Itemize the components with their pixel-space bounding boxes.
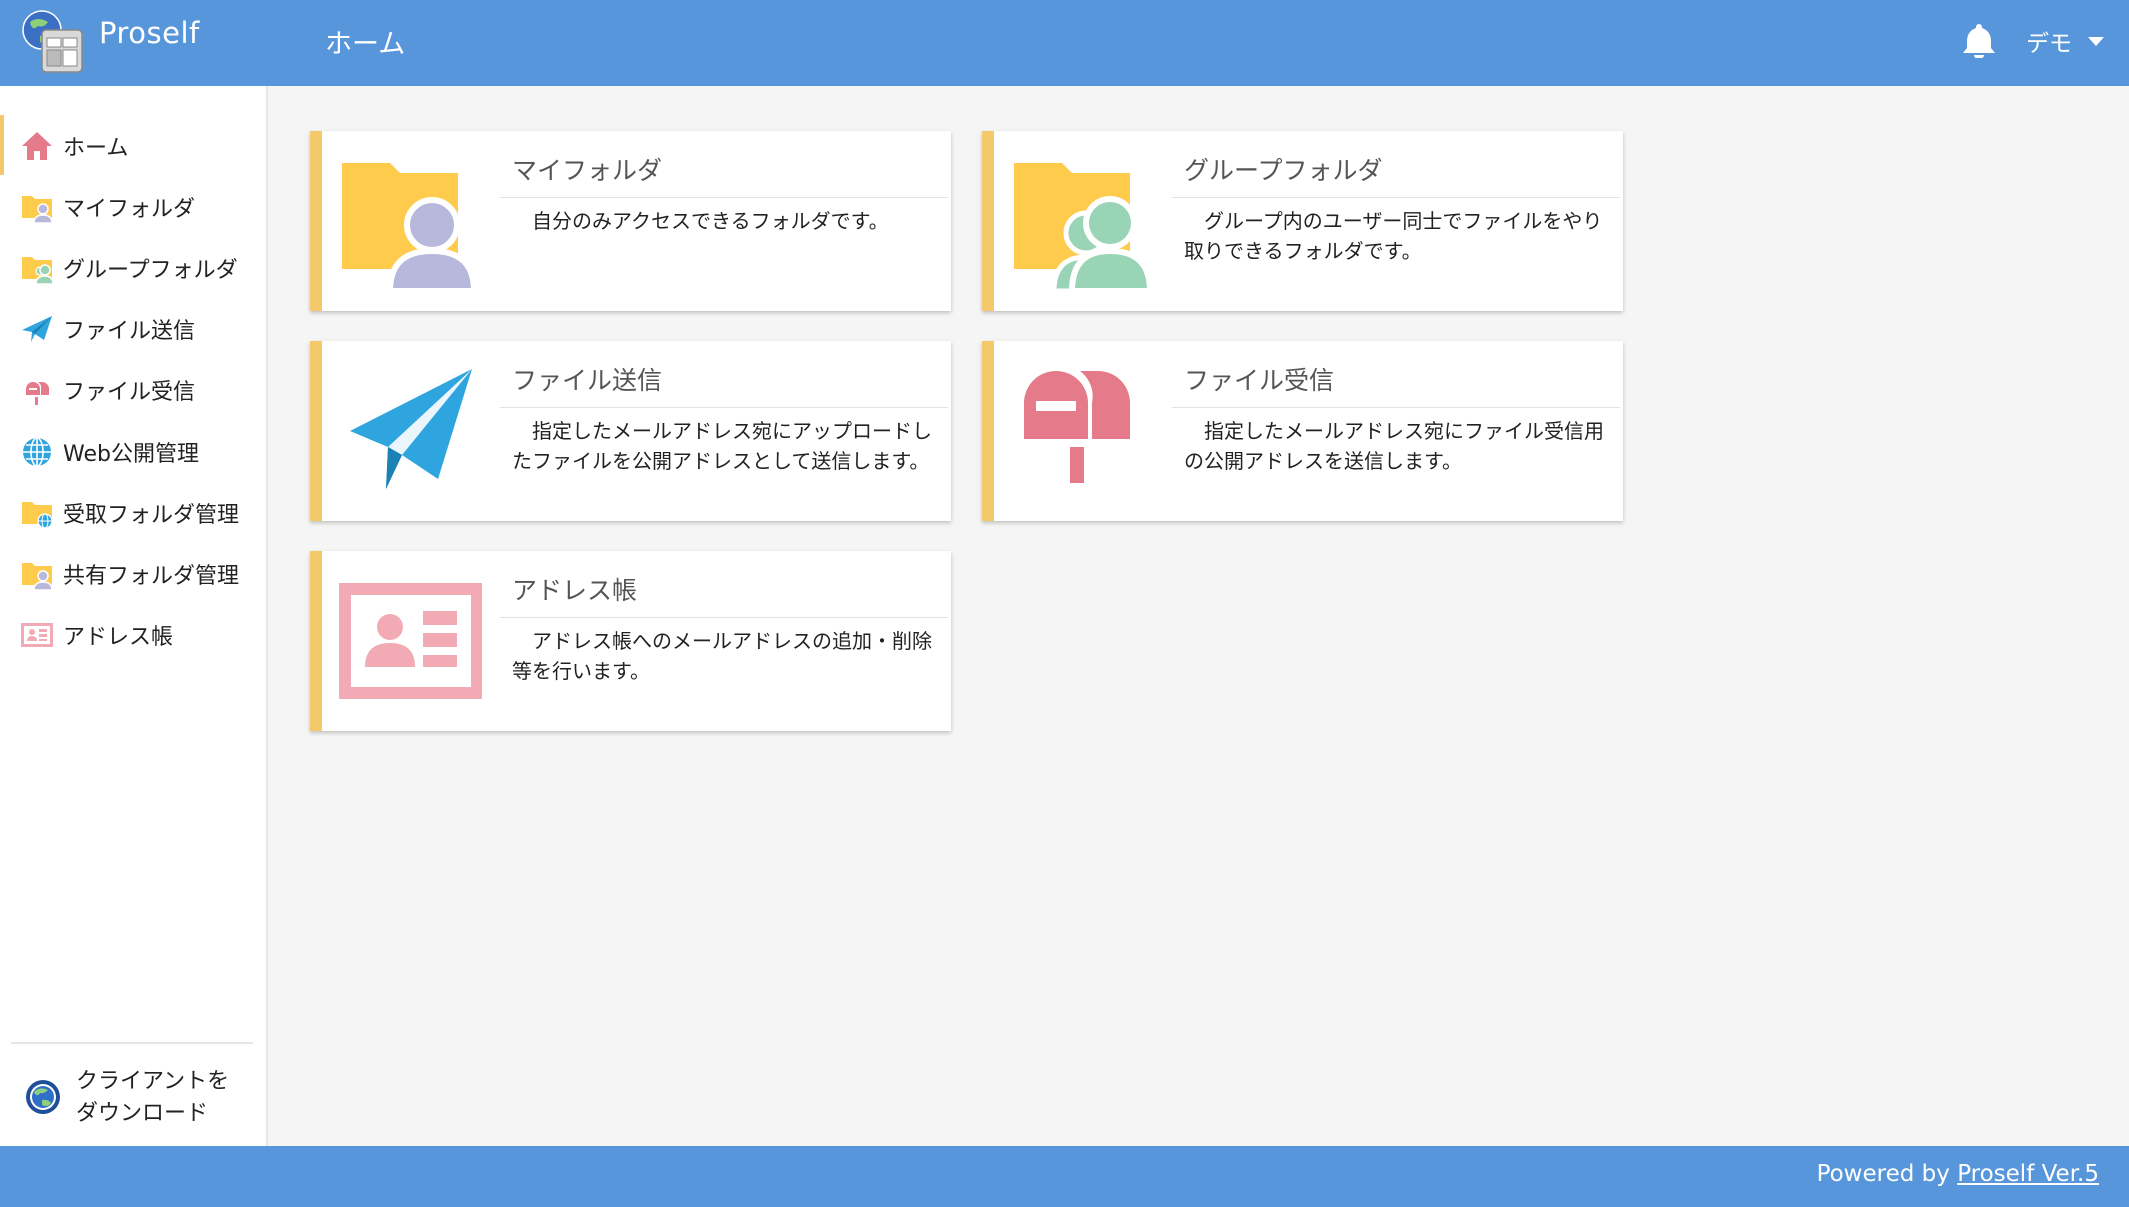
- paper-plane-icon: [350, 369, 472, 489]
- globe-download-icon: [26, 1080, 60, 1114]
- sidebar-item-label: マイフォルダ: [63, 197, 196, 222]
- download-client-link[interactable]: クライアントを ダウンロード: [24, 1060, 264, 1140]
- sidebar-item-label: グループフォルダ: [63, 258, 238, 283]
- card-description: アドレス帳へのメールアドレスの追加・削除等を行います。: [512, 629, 932, 683]
- card-group-folder[interactable]: グループフォルダ グループ内のユーザー同士でファイルをやり取りできるフォルダです…: [982, 131, 1623, 311]
- sidebar-item-my-folder[interactable]: マイフォルダ: [0, 176, 266, 236]
- my-folder-icon: [22, 196, 53, 224]
- sidebar-item-label: ホーム: [63, 136, 129, 161]
- card-my-folder[interactable]: マイフォルダ 自分のみアクセスできるフォルダです。: [310, 131, 951, 311]
- group-folder-icon: [22, 257, 54, 285]
- bell-icon[interactable]: [1962, 22, 1996, 58]
- download-label-line2: ダウンロード: [76, 1101, 209, 1126]
- sidebar-item-group-folder[interactable]: グループフォルダ: [0, 237, 266, 297]
- card-divider: [500, 407, 948, 408]
- user-name: デモ: [2026, 31, 2072, 57]
- footer-powered-by: Powered by: [1816, 1161, 1958, 1187]
- sidebar-item-file-receive[interactable]: ファイル受信: [0, 359, 266, 419]
- chevron-down-icon: [2088, 36, 2104, 46]
- my-folder-icon: [342, 163, 478, 291]
- card-description: 指定したメールアドレス宛にアップロードしたファイルを公開アドレスとして送信します…: [512, 419, 932, 473]
- sidebar-item-label: ファイル受信: [63, 380, 196, 405]
- card-description: 指定したメールアドレス宛にファイル受信用の公開アドレスを送信します。: [1184, 419, 1604, 473]
- card-divider: [1172, 407, 1620, 408]
- mailbox-icon: [1024, 371, 1130, 483]
- card-address-book[interactable]: アドレス帳 アドレス帳へのメールアドレスの追加・削除等を行います。: [310, 551, 951, 731]
- app-name[interactable]: Proself: [99, 16, 200, 50]
- shared-folder-icon: [22, 563, 53, 591]
- page-title: ホーム: [325, 29, 406, 60]
- footer: Powered by Proself Ver.5: [0, 1146, 2129, 1207]
- card-file-send[interactable]: ファイル送信 指定したメールアドレス宛にアップロードしたファイルを公開アドレスと…: [310, 341, 951, 521]
- sidebar: ホーム マイフォルダ グループフォルダ ファイル送信 ファイル受信 Web公開管…: [0, 86, 268, 1146]
- card-description: グループ内のユーザー同士でファイルをやり取りできるフォルダです。: [1184, 209, 1603, 263]
- card-title: グループフォルダ: [1184, 156, 1383, 185]
- sidebar-item-label: ファイル送信: [63, 319, 196, 344]
- sidebar-item-receive-folder[interactable]: 受取フォルダ管理: [0, 482, 266, 542]
- sidebar-item-file-send[interactable]: ファイル送信: [0, 298, 266, 358]
- globe-icon: [23, 437, 51, 467]
- mailbox-icon: [26, 382, 49, 405]
- proself-logo-icon[interactable]: [18, 8, 90, 74]
- user-menu[interactable]: デモ: [2026, 24, 2104, 58]
- top-bar: Proself ホーム デモ: [0, 0, 2129, 86]
- card-file-receive[interactable]: ファイル受信 指定したメールアドレス宛にファイル受信用の公開アドレスを送信します…: [982, 341, 1623, 521]
- sidebar-item-label: 受取フォルダ管理: [63, 503, 240, 528]
- footer-version-link[interactable]: Proself Ver.5: [1957, 1161, 2099, 1187]
- sidebar-item-label: Web公開管理: [63, 442, 199, 467]
- card-description: 自分のみアクセスできるフォルダです。: [532, 209, 889, 233]
- address-book-icon: [21, 623, 53, 647]
- card-title: マイフォルダ: [512, 156, 663, 185]
- card-divider: [1172, 197, 1620, 198]
- sidebar-item-shared-folder[interactable]: 共有フォルダ管理: [0, 543, 266, 603]
- sidebar-item-home[interactable]: ホーム: [0, 115, 266, 175]
- home-icon: [22, 132, 52, 160]
- card-title: ファイル送信: [512, 366, 663, 395]
- card-title: アドレス帳: [512, 576, 638, 605]
- download-label-line1: クライアントを: [76, 1069, 230, 1094]
- receive-folder-icon: [22, 502, 53, 529]
- sidebar-item-label: アドレス帳: [63, 625, 174, 650]
- card-title: ファイル受信: [1184, 366, 1335, 395]
- group-folder-icon: [1014, 163, 1154, 291]
- sidebar-divider: [11, 1042, 253, 1044]
- card-divider: [500, 617, 948, 618]
- sidebar-item-web-publish[interactable]: Web公開管理: [0, 421, 266, 481]
- address-book-icon: [339, 583, 482, 699]
- paper-plane-icon: [22, 316, 52, 342]
- sidebar-item-address-book[interactable]: アドレス帳: [0, 604, 266, 664]
- card-divider: [500, 197, 948, 198]
- sidebar-item-label: 共有フォルダ管理: [63, 564, 240, 589]
